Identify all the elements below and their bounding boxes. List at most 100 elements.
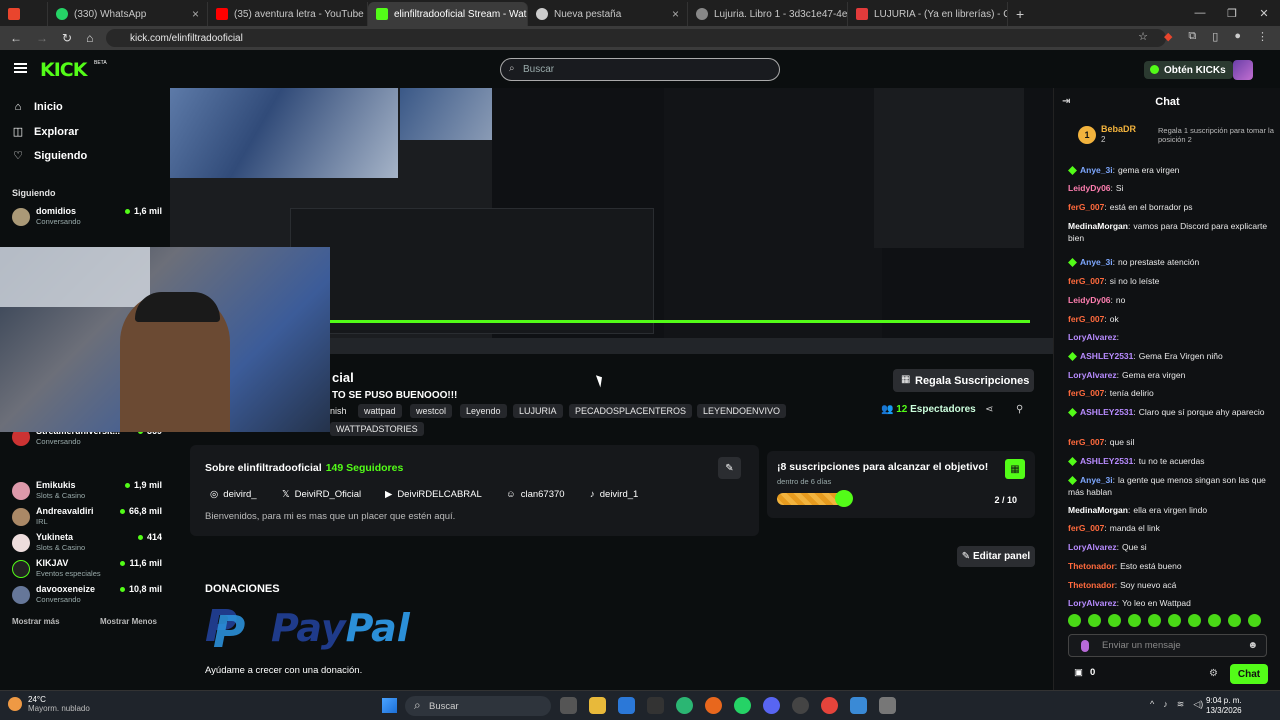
browser-tab[interactable] [0,2,48,26]
emote-icon[interactable] [1148,614,1161,627]
back-arrow-icon[interactable]: ← [10,31,22,45]
tag[interactable]: westcol [410,404,453,418]
mic-icon[interactable]: ♪ [1163,699,1168,710]
chat-username[interactable]: ASHLEY2531 [1080,407,1133,417]
chat-username[interactable]: Anye_3i [1080,165,1113,175]
chrome-icon[interactable] [821,697,838,714]
menu-dots-icon[interactable]: ⋮ [1257,30,1268,43]
social-link[interactable]: 𝕏 DeiviRD_Oficial [282,489,361,500]
chat-username[interactable]: ASHLEY2531 [1080,351,1133,361]
emote-icon[interactable] [1068,614,1081,627]
kick-logo[interactable]: KICK [40,59,87,81]
tag[interactable]: wattpad [358,404,402,418]
emote-icon[interactable] [1208,614,1221,627]
tag[interactable]: WATTPADSTORIES [330,422,424,436]
puzzle-icon[interactable]: ⧉ [1188,30,1196,43]
close-tab-icon[interactable]: × [192,7,199,21]
bookmark-star-icon[interactable]: ☆ [1138,30,1148,43]
reload-icon[interactable]: ↻ [62,31,72,45]
browser-tab[interactable]: Nueva pestaña × [528,2,688,26]
chat-username[interactable]: LoryAlvarez [1068,598,1117,608]
nav-item-siguiendo[interactable]: ♡ Siguiendo [12,149,87,163]
chat-username[interactable]: ferG_007 [1068,388,1104,398]
browser-tab[interactable]: (330) WhatsApp × [48,2,208,26]
social-link[interactable]: ◎ deivird_ [210,489,257,500]
nav-item-inicio[interactable]: ⌂ Inicio [12,101,63,113]
share-icon[interactable]: ⋖ [985,404,993,415]
edit-pencil-button[interactable]: ✎ [718,457,741,479]
windows-start-icon[interactable] [382,698,397,713]
follow-user-icon[interactable]: ⚲ [1016,404,1023,415]
emote-icon[interactable] [1228,614,1241,627]
following-channel[interactable]: davooxeneize Conversando 10,8 mil [12,584,162,608]
emote-icon[interactable] [1128,614,1141,627]
profile-avatar[interactable]: ● [1234,30,1241,43]
discord-icon[interactable] [763,697,780,714]
taskbar-search[interactable]: Buscar [405,696,551,716]
following-channel[interactable]: domidios Conversando 1,6 mil [12,206,162,230]
new-tab-button[interactable]: + [1008,2,1032,26]
chat-username[interactable]: LoryAlvarez [1068,332,1117,342]
app-icon[interactable] [647,697,664,714]
tag[interactable]: Leyendo [460,404,507,418]
chat-username[interactable]: ASHLEY2531 [1080,456,1133,466]
chat-username[interactable]: ferG_007 [1068,202,1104,212]
weather-widget[interactable]: 24°C Mayorm. nublado [8,695,90,713]
social-link[interactable]: ☺ clan67370 [506,489,565,500]
search-input[interactable]: ⌕ Buscar [500,58,780,81]
paypal-logo[interactable]: PP PayPal [205,601,410,658]
show-less-link[interactable]: Mostrar Menos [100,617,157,626]
chat-username[interactable]: LoryAlvarez [1068,370,1117,380]
chat-username[interactable]: ferG_007 [1068,314,1104,324]
maximize-icon[interactable]: ❐ [1216,0,1248,26]
home-icon[interactable]: ⌂ [86,31,93,45]
chat-username[interactable]: LeidyDy06 [1068,183,1111,193]
chat-username[interactable]: Thetonador [1068,580,1115,590]
sidepanel-icon[interactable]: ▯ [1212,30,1218,43]
following-channel[interactable]: KIKJAV Eventos especiales 11,6 mil [12,558,162,582]
user-avatar[interactable] [1233,60,1253,80]
extension-icon[interactable]: ◆ [1164,30,1172,43]
following-channel[interactable]: Yukineta Slots & Casino 414 [12,532,162,556]
obs-icon[interactable] [792,697,809,714]
chat-username[interactable]: Anye_3i [1080,257,1113,267]
gear-icon[interactable]: ⚙ [1209,668,1218,679]
close-tab-icon[interactable]: × [672,7,679,21]
minimize-icon[interactable]: — [1184,0,1216,26]
browser-tab-active[interactable]: elinfiltradooficial Stream - Wat× [368,2,528,26]
following-channel[interactable]: Emikukis Slots & Casino 1,9 mil [12,480,162,504]
emote-icon[interactable] [1248,614,1261,627]
chat-username[interactable]: MedinaMorgan [1068,221,1128,231]
emote-icon[interactable] [1108,614,1121,627]
chevron-up-icon[interactable]: ^ [1150,699,1154,710]
tag[interactable]: PECADOSPLACENTEROS [569,404,693,418]
task-view-icon[interactable] [560,697,577,714]
forward-arrow-icon[interactable]: → [36,31,48,45]
collapse-chat-icon[interactable]: ⇥ [1062,96,1070,107]
chat-username[interactable]: Anye_3i [1080,475,1113,485]
volume-icon[interactable]: ◁) [1193,699,1203,710]
gift-subs-button[interactable]: ▦ Regala Suscripciones [893,369,1034,392]
chat-input[interactable]: Enviar un mensaje ☻ [1068,634,1267,657]
gift-leaderboard[interactable]: 1 BebaDR 2 Regala 1 suscripción para tom… [1068,124,1278,148]
gift-box-icon[interactable]: ▦ [1005,459,1025,479]
url-field[interactable]: kick.com/elinfiltradooficial [106,29,1166,47]
chat-username[interactable]: ferG_007 [1068,276,1104,286]
clock[interactable]: 9:04 p. m. 13/3/2026 [1206,696,1242,716]
wifi-icon[interactable]: ≋ [1177,699,1185,710]
nav-item-explorar[interactable]: ◫ Explorar [12,125,79,139]
social-link[interactable]: ▶ DeiviRDELCABRAL [385,489,482,500]
hamburger-menu-icon[interactable] [14,63,27,73]
chat-username[interactable]: LoryAlvarez [1068,542,1117,552]
app-icon[interactable] [879,697,896,714]
firefox-icon[interactable] [705,697,722,714]
chat-username[interactable]: LeidyDy06 [1068,295,1111,305]
following-channel[interactable]: Andreavaldiri IRL 66,8 mil [12,506,162,530]
chat-username[interactable]: ferG_007 [1068,523,1104,533]
whatsapp-icon[interactable] [734,697,751,714]
send-chat-button[interactable]: Chat [1230,664,1268,684]
emote-icon[interactable] [1188,614,1201,627]
emoji-icon[interactable]: ☻ [1247,640,1258,651]
browser-tab[interactable]: Lujuria. Libro 1 - 3d3c1e47-4e6× [688,2,848,26]
tag[interactable]: LEYENDOENVIVO [697,404,787,418]
